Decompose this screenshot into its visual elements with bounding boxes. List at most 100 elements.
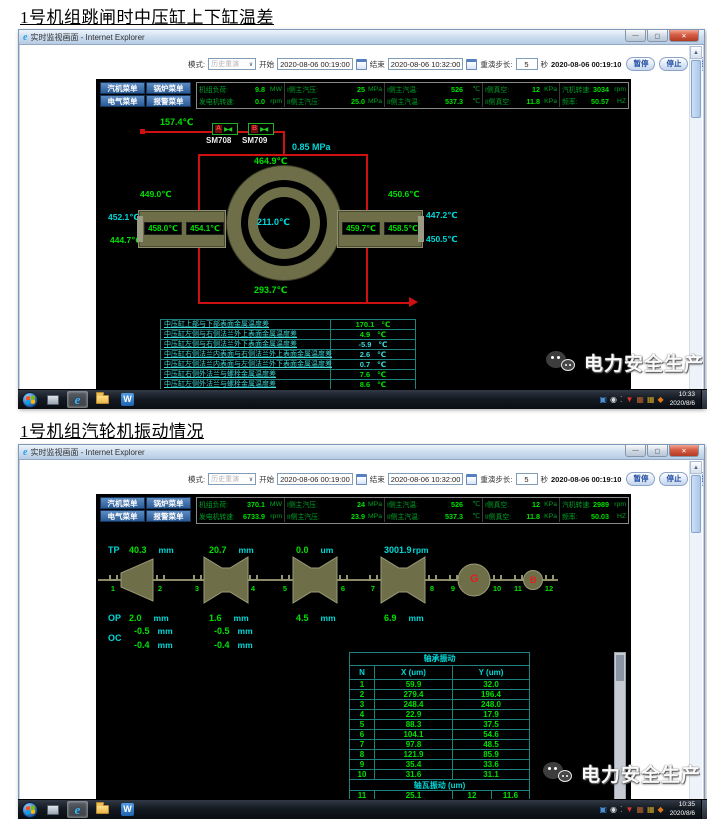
reading: -0.5mm bbox=[214, 626, 253, 636]
start-time-input[interactable]: 2020-08-06 00:19:00 bbox=[277, 473, 353, 485]
menu-electrical[interactable]: 电气菜单 bbox=[100, 95, 145, 107]
mode-select[interactable]: 历史重演 ∨ bbox=[208, 473, 256, 485]
taskbar-wps-icon[interactable]: W bbox=[117, 391, 138, 408]
menu-turbine[interactable]: 汽机菜单 bbox=[100, 82, 145, 94]
taskbar-wps-icon[interactable]: W bbox=[117, 801, 138, 818]
hidden-icons-dots[interactable]: ⁚ bbox=[620, 390, 623, 410]
network-tray-icon[interactable]: ▣ bbox=[599, 800, 607, 819]
menu-boiler[interactable]: 锅炉菜单 bbox=[146, 82, 191, 94]
reading-value: 2.0 bbox=[129, 613, 142, 623]
pause-button[interactable]: 暂停 bbox=[626, 57, 655, 71]
scroll-up-icon[interactable]: ▲ bbox=[690, 46, 702, 59]
step-input[interactable]: 5 bbox=[516, 58, 538, 70]
app-tray-icon-2[interactable]: ▦ bbox=[647, 800, 655, 819]
end-time-input[interactable]: 2020-08-06 10:32:00 bbox=[388, 473, 464, 485]
valve-icon: ▶◀ bbox=[224, 126, 231, 133]
menu-alarm[interactable]: 报警菜单 bbox=[146, 95, 191, 107]
volume-tray-icon[interactable]: ◉ bbox=[610, 390, 617, 410]
inlet-steam-temp: 157.4℃ bbox=[160, 117, 193, 128]
antivirus-tray-icon[interactable]: ▼ bbox=[625, 800, 633, 819]
taskbar-clock[interactable]: 10:33 2020/8/6 bbox=[670, 391, 695, 409]
reading: -0.4mm bbox=[214, 640, 253, 650]
cell: 104.1 bbox=[374, 730, 452, 739]
maximize-button[interactable]: ▢ bbox=[647, 445, 668, 457]
app-tray-icon-1[interactable]: ▦ bbox=[636, 800, 644, 819]
menu-turbine[interactable]: 汽机菜单 bbox=[100, 497, 145, 509]
close-button[interactable]: ✕ bbox=[669, 445, 699, 457]
cell: 7 bbox=[350, 740, 374, 749]
unit: ℃ bbox=[377, 350, 386, 359]
value: 0.7 bbox=[360, 360, 370, 369]
status-label: 发电机转速: bbox=[199, 511, 235, 521]
network-tray-icon[interactable]: ▣ bbox=[599, 390, 607, 410]
pipe-frame bbox=[198, 302, 410, 304]
status-label: II侧真空: bbox=[485, 511, 511, 521]
calendar-icon[interactable] bbox=[356, 59, 367, 70]
start-button[interactable] bbox=[22, 392, 38, 408]
bearing-icon bbox=[281, 575, 290, 581]
show-desktop-button[interactable] bbox=[701, 390, 707, 409]
window-titlebar[interactable]: e 实时监视画面 - Internet Explorer — ▢ ✕ bbox=[19, 30, 704, 45]
app-tray-icon-1[interactable]: ▦ bbox=[636, 390, 644, 410]
cell: 6 bbox=[350, 730, 374, 739]
close-button[interactable]: ✕ bbox=[669, 30, 699, 42]
taskbar-clock[interactable]: 10:35 2020/8/6 bbox=[670, 801, 695, 819]
steam-pressure: 0.85 MPa bbox=[292, 142, 331, 152]
mode-select[interactable]: 历史重演 ∨ bbox=[208, 58, 256, 70]
inner-scrollbar-thumb[interactable] bbox=[616, 655, 624, 681]
status-value: 25 bbox=[357, 85, 365, 94]
antivirus-tray-icon[interactable]: ▼ bbox=[625, 390, 633, 410]
table-row: 797.848.5 bbox=[350, 739, 529, 749]
scrollbar-thumb[interactable] bbox=[691, 60, 701, 118]
step-input[interactable]: 5 bbox=[516, 473, 538, 485]
stop-button[interactable]: 停止 bbox=[659, 472, 688, 486]
scrollbar-thumb[interactable] bbox=[691, 475, 701, 533]
input-method-tray-icon[interactable]: ◆ bbox=[658, 390, 664, 410]
menu-alarm[interactable]: 报警菜单 bbox=[146, 510, 191, 522]
menu-electrical[interactable]: 电气菜单 bbox=[100, 510, 145, 522]
ie-icon: e bbox=[75, 392, 81, 408]
status-value: 3034 bbox=[593, 85, 609, 94]
scroll-up-icon[interactable]: ▲ bbox=[690, 461, 702, 474]
caption-vibration: 1号机组汽轮机振动情况 bbox=[20, 417, 204, 442]
status-unit: KPa bbox=[540, 513, 557, 520]
bearing-number: 2 bbox=[153, 584, 167, 593]
volume-tray-icon[interactable]: ◉ bbox=[610, 800, 617, 819]
status-item: II侧真空:11.8KPa bbox=[483, 510, 560, 522]
table-row: 159.932.0 bbox=[350, 679, 529, 689]
taskbar-explorer-icon[interactable] bbox=[92, 801, 113, 818]
temp-diff-desc: 中压缸左侧法兰内表面与左侧法兰外下表面金属温度差 bbox=[161, 360, 331, 369]
show-desktop-button[interactable] bbox=[701, 800, 707, 819]
valve-a: A ▶◀ bbox=[212, 123, 238, 135]
status-item: II侧主汽压:23.9MPa bbox=[285, 510, 385, 522]
caption-temp-diff: 1号机组跳闸时中压缸上下缸温差 bbox=[20, 3, 274, 28]
window-titlebar[interactable]: e 实时监视画面 - Internet Explorer — ▢ ✕ bbox=[19, 445, 704, 460]
taskbar-ie-icon[interactable]: e bbox=[67, 391, 88, 408]
taskbar-explorer-icon[interactable] bbox=[92, 391, 113, 408]
stop-button[interactable]: 停止 bbox=[659, 57, 688, 71]
chevron-down-icon: ∨ bbox=[249, 61, 253, 68]
taskbar-app-icon[interactable] bbox=[42, 391, 63, 408]
minimize-button[interactable]: — bbox=[625, 445, 646, 457]
pause-button[interactable]: 暂停 bbox=[626, 472, 655, 486]
taskbar-app-icon[interactable] bbox=[42, 801, 63, 818]
end-time-input[interactable]: 2020-08-06 10:32:00 bbox=[388, 58, 464, 70]
right-flange-temp-2: 458.5℃ bbox=[384, 222, 422, 235]
value: 2.6 bbox=[360, 350, 370, 359]
reading-unit: um bbox=[321, 545, 334, 555]
cell: 85.9 bbox=[452, 750, 529, 759]
maximize-button[interactable]: ▢ bbox=[647, 30, 668, 42]
start-button[interactable] bbox=[22, 802, 38, 818]
hidden-icons-dots[interactable]: ⁚ bbox=[620, 800, 623, 819]
start-time-input[interactable]: 2020-08-06 00:19:00 bbox=[277, 58, 353, 70]
bearing-number: 7 bbox=[366, 584, 380, 593]
input-method-tray-icon[interactable]: ◆ bbox=[658, 800, 664, 819]
taskbar-ie-icon[interactable]: e bbox=[67, 801, 88, 818]
app-tray-icon-2[interactable]: ▦ bbox=[647, 390, 655, 410]
calendar-icon[interactable] bbox=[356, 474, 367, 485]
calendar-icon[interactable] bbox=[466, 59, 477, 70]
end-label: 结束 bbox=[370, 59, 385, 70]
menu-boiler[interactable]: 锅炉菜单 bbox=[146, 497, 191, 509]
calendar-icon[interactable] bbox=[466, 474, 477, 485]
minimize-button[interactable]: — bbox=[625, 30, 646, 42]
